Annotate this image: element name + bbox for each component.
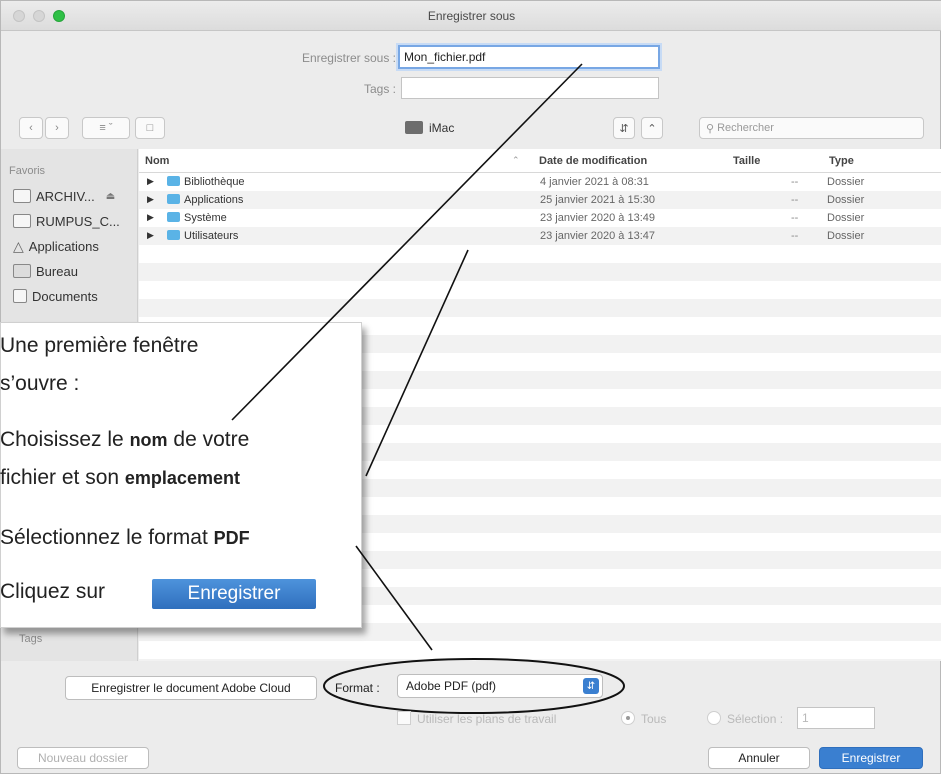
pointer-lines bbox=[231, 63, 583, 651]
pointer-line-location bbox=[365, 249, 469, 477]
pointer-line-filename bbox=[231, 63, 583, 421]
pointer-line-format bbox=[355, 545, 433, 651]
